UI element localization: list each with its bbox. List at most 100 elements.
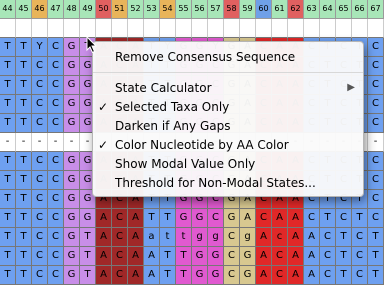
matrix-cell[interactable]: G (64, 76, 80, 95)
matrix-cell[interactable]: T (368, 247, 384, 266)
column-header[interactable]: 45 (16, 0, 32, 19)
matrix-cell[interactable] (16, 19, 32, 38)
matrix-cell[interactable]: T (16, 266, 32, 285)
matrix-cell[interactable]: C (32, 76, 48, 95)
matrix-cell[interactable]: T (0, 152, 16, 171)
matrix-cell[interactable]: C (32, 190, 48, 209)
matrix-cell[interactable] (112, 19, 128, 38)
matrix-cell[interactable] (272, 19, 288, 38)
matrix-cell[interactable]: C (224, 266, 240, 285)
matrix-cell[interactable]: C (224, 228, 240, 247)
matrix-cell[interactable]: T (80, 266, 96, 285)
matrix-cell[interactable]: G (208, 266, 224, 285)
matrix-cell[interactable]: T (320, 209, 336, 228)
matrix-cell[interactable]: C (48, 152, 64, 171)
matrix-cell[interactable]: C (32, 266, 48, 285)
matrix-cell[interactable]: A (272, 209, 288, 228)
matrix-cell[interactable]: T (16, 95, 32, 114)
column-header[interactable]: 48 (64, 0, 80, 19)
matrix-cell[interactable]: A (304, 228, 320, 247)
matrix-cell[interactable] (368, 19, 384, 38)
matrix-cell[interactable] (208, 19, 224, 38)
matrix-cell[interactable]: C (368, 57, 384, 76)
matrix-cell[interactable]: C (32, 57, 48, 76)
menu-item-show-modal-only[interactable]: Show Modal Value Only (93, 154, 363, 174)
matrix-cell[interactable] (192, 19, 208, 38)
column-header[interactable]: 50 (96, 0, 112, 19)
matrix-cell[interactable]: C (352, 266, 368, 285)
matrix-cell[interactable]: T (16, 228, 32, 247)
column-header[interactable]: 63 (304, 0, 320, 19)
matrix-cell[interactable]: C (48, 228, 64, 247)
matrix-cell[interactable]: A (96, 228, 112, 247)
matrix-cell[interactable]: G (64, 266, 80, 285)
matrix-cell[interactable]: t (160, 228, 176, 247)
matrix-cell[interactable]: C (368, 171, 384, 190)
matrix-cell[interactable]: C (368, 152, 384, 171)
matrix-cell[interactable]: C (336, 209, 352, 228)
matrix-cell[interactable] (304, 19, 320, 38)
matrix-cell[interactable]: T (0, 266, 16, 285)
matrix-cell[interactable]: T (16, 76, 32, 95)
matrix-cell[interactable]: G (208, 247, 224, 266)
matrix-cell[interactable]: G (64, 247, 80, 266)
matrix-cell[interactable]: G (192, 266, 208, 285)
matrix-cell[interactable]: G (240, 266, 256, 285)
matrix-cell[interactable]: T (0, 114, 16, 133)
matrix-cell[interactable]: T (0, 57, 16, 76)
matrix-cell[interactable]: G (64, 57, 80, 76)
matrix-cell[interactable]: C (32, 228, 48, 247)
matrix-cell[interactable]: C (304, 209, 320, 228)
matrix-cell[interactable]: a (144, 228, 160, 247)
matrix-cell[interactable]: C (368, 114, 384, 133)
matrix-cell[interactable]: C (272, 266, 288, 285)
matrix-cell[interactable]: A (288, 247, 304, 266)
matrix-cell[interactable]: T (0, 228, 16, 247)
matrix-cell[interactable]: C (320, 228, 336, 247)
matrix-cell[interactable]: C (368, 76, 384, 95)
matrix-cell[interactable]: C (112, 209, 128, 228)
matrix-cell[interactable]: T (0, 190, 16, 209)
matrix-cell[interactable]: T (16, 38, 32, 57)
matrix-cell[interactable]: A (288, 266, 304, 285)
matrix-cell[interactable]: C (32, 114, 48, 133)
matrix-cell[interactable]: A (288, 209, 304, 228)
matrix-cell[interactable]: A (144, 247, 160, 266)
matrix-cell[interactable]: G (64, 171, 80, 190)
menu-item-selected-taxa-only[interactable]: ✓ Selected Taxa Only (93, 97, 363, 117)
matrix-cell[interactable] (32, 19, 48, 38)
column-header[interactable]: 49 (80, 0, 96, 19)
matrix-cell[interactable]: A (240, 209, 256, 228)
matrix-cell[interactable]: t (176, 228, 192, 247)
matrix-cell[interactable]: - (32, 133, 48, 152)
column-header[interactable]: 58 (224, 0, 240, 19)
matrix-cell[interactable]: T (0, 38, 16, 57)
matrix-cell[interactable]: C (48, 266, 64, 285)
matrix-cell[interactable]: A (304, 247, 320, 266)
menu-item-color-by-aa[interactable]: ✓ Color Nucleotide by AA Color (93, 135, 363, 155)
matrix-cell[interactable]: A (288, 228, 304, 247)
matrix-cell[interactable]: g (192, 228, 208, 247)
matrix-cell[interactable]: G (80, 209, 96, 228)
matrix-cell[interactable]: T (336, 228, 352, 247)
matrix-cell[interactable]: C (368, 190, 384, 209)
matrix-cell[interactable]: T (0, 247, 16, 266)
matrix-cell[interactable] (320, 19, 336, 38)
matrix-cell[interactable]: G (64, 114, 80, 133)
matrix-cell[interactable] (240, 19, 256, 38)
matrix-cell[interactable]: C (112, 266, 128, 285)
matrix-cell[interactable]: T (160, 209, 176, 228)
matrix-cell[interactable]: C (48, 38, 64, 57)
column-header[interactable]: 53 (144, 0, 160, 19)
matrix-cell[interactable]: T (336, 266, 352, 285)
matrix-cell[interactable]: C (48, 171, 64, 190)
matrix-cell[interactable]: C (320, 247, 336, 266)
column-header[interactable]: 66 (352, 0, 368, 19)
menu-item-threshold[interactable]: Threshold for Non-Modal States... (93, 173, 363, 193)
matrix-cell[interactable] (352, 19, 368, 38)
matrix-cell[interactable]: G (240, 247, 256, 266)
matrix-cell[interactable]: A (128, 247, 144, 266)
matrix-cell[interactable]: c (272, 228, 288, 247)
matrix-cell[interactable]: T (160, 266, 176, 285)
column-header[interactable]: 46 (32, 0, 48, 19)
